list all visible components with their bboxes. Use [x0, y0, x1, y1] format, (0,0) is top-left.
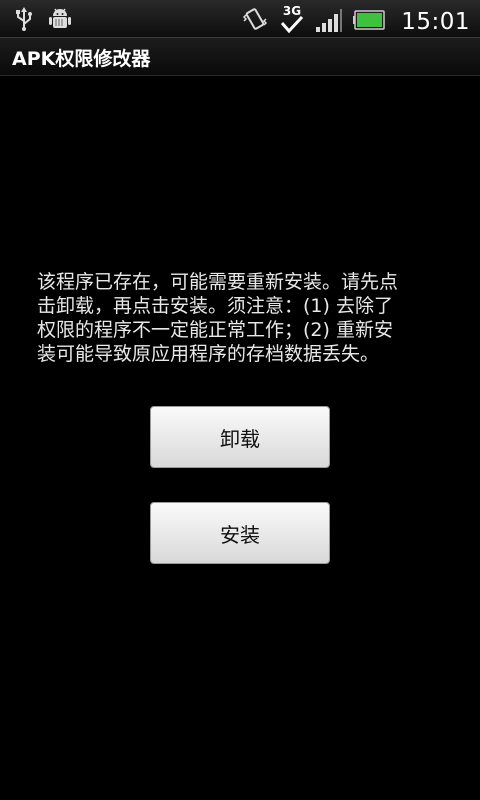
clock: 15:01 [401, 9, 470, 35]
status-bar-right: 3G 15:01 [241, 4, 470, 40]
signal-icon [315, 7, 343, 37]
status-bar: 3G 15:01 [0, 0, 480, 38]
usb-icon [14, 7, 34, 35]
status-bar-left [14, 6, 72, 36]
install-button[interactable]: 安装 [150, 502, 330, 564]
title-bar: APK权限修改器 [0, 38, 480, 76]
network-type-label: 3G [283, 4, 301, 18]
app-title: APK权限修改器 [12, 48, 151, 70]
network-3g-icon: 3G [279, 4, 305, 40]
android-debug-icon [48, 6, 72, 36]
battery-icon [353, 10, 387, 34]
vibrate-icon [241, 7, 269, 37]
dialog-message: 该程序已存在，可能需要重新安装。请先点 击卸载，再点击安装。须注意：(1) 去除… [37, 271, 399, 365]
uninstall-button[interactable]: 卸载 [150, 406, 330, 468]
